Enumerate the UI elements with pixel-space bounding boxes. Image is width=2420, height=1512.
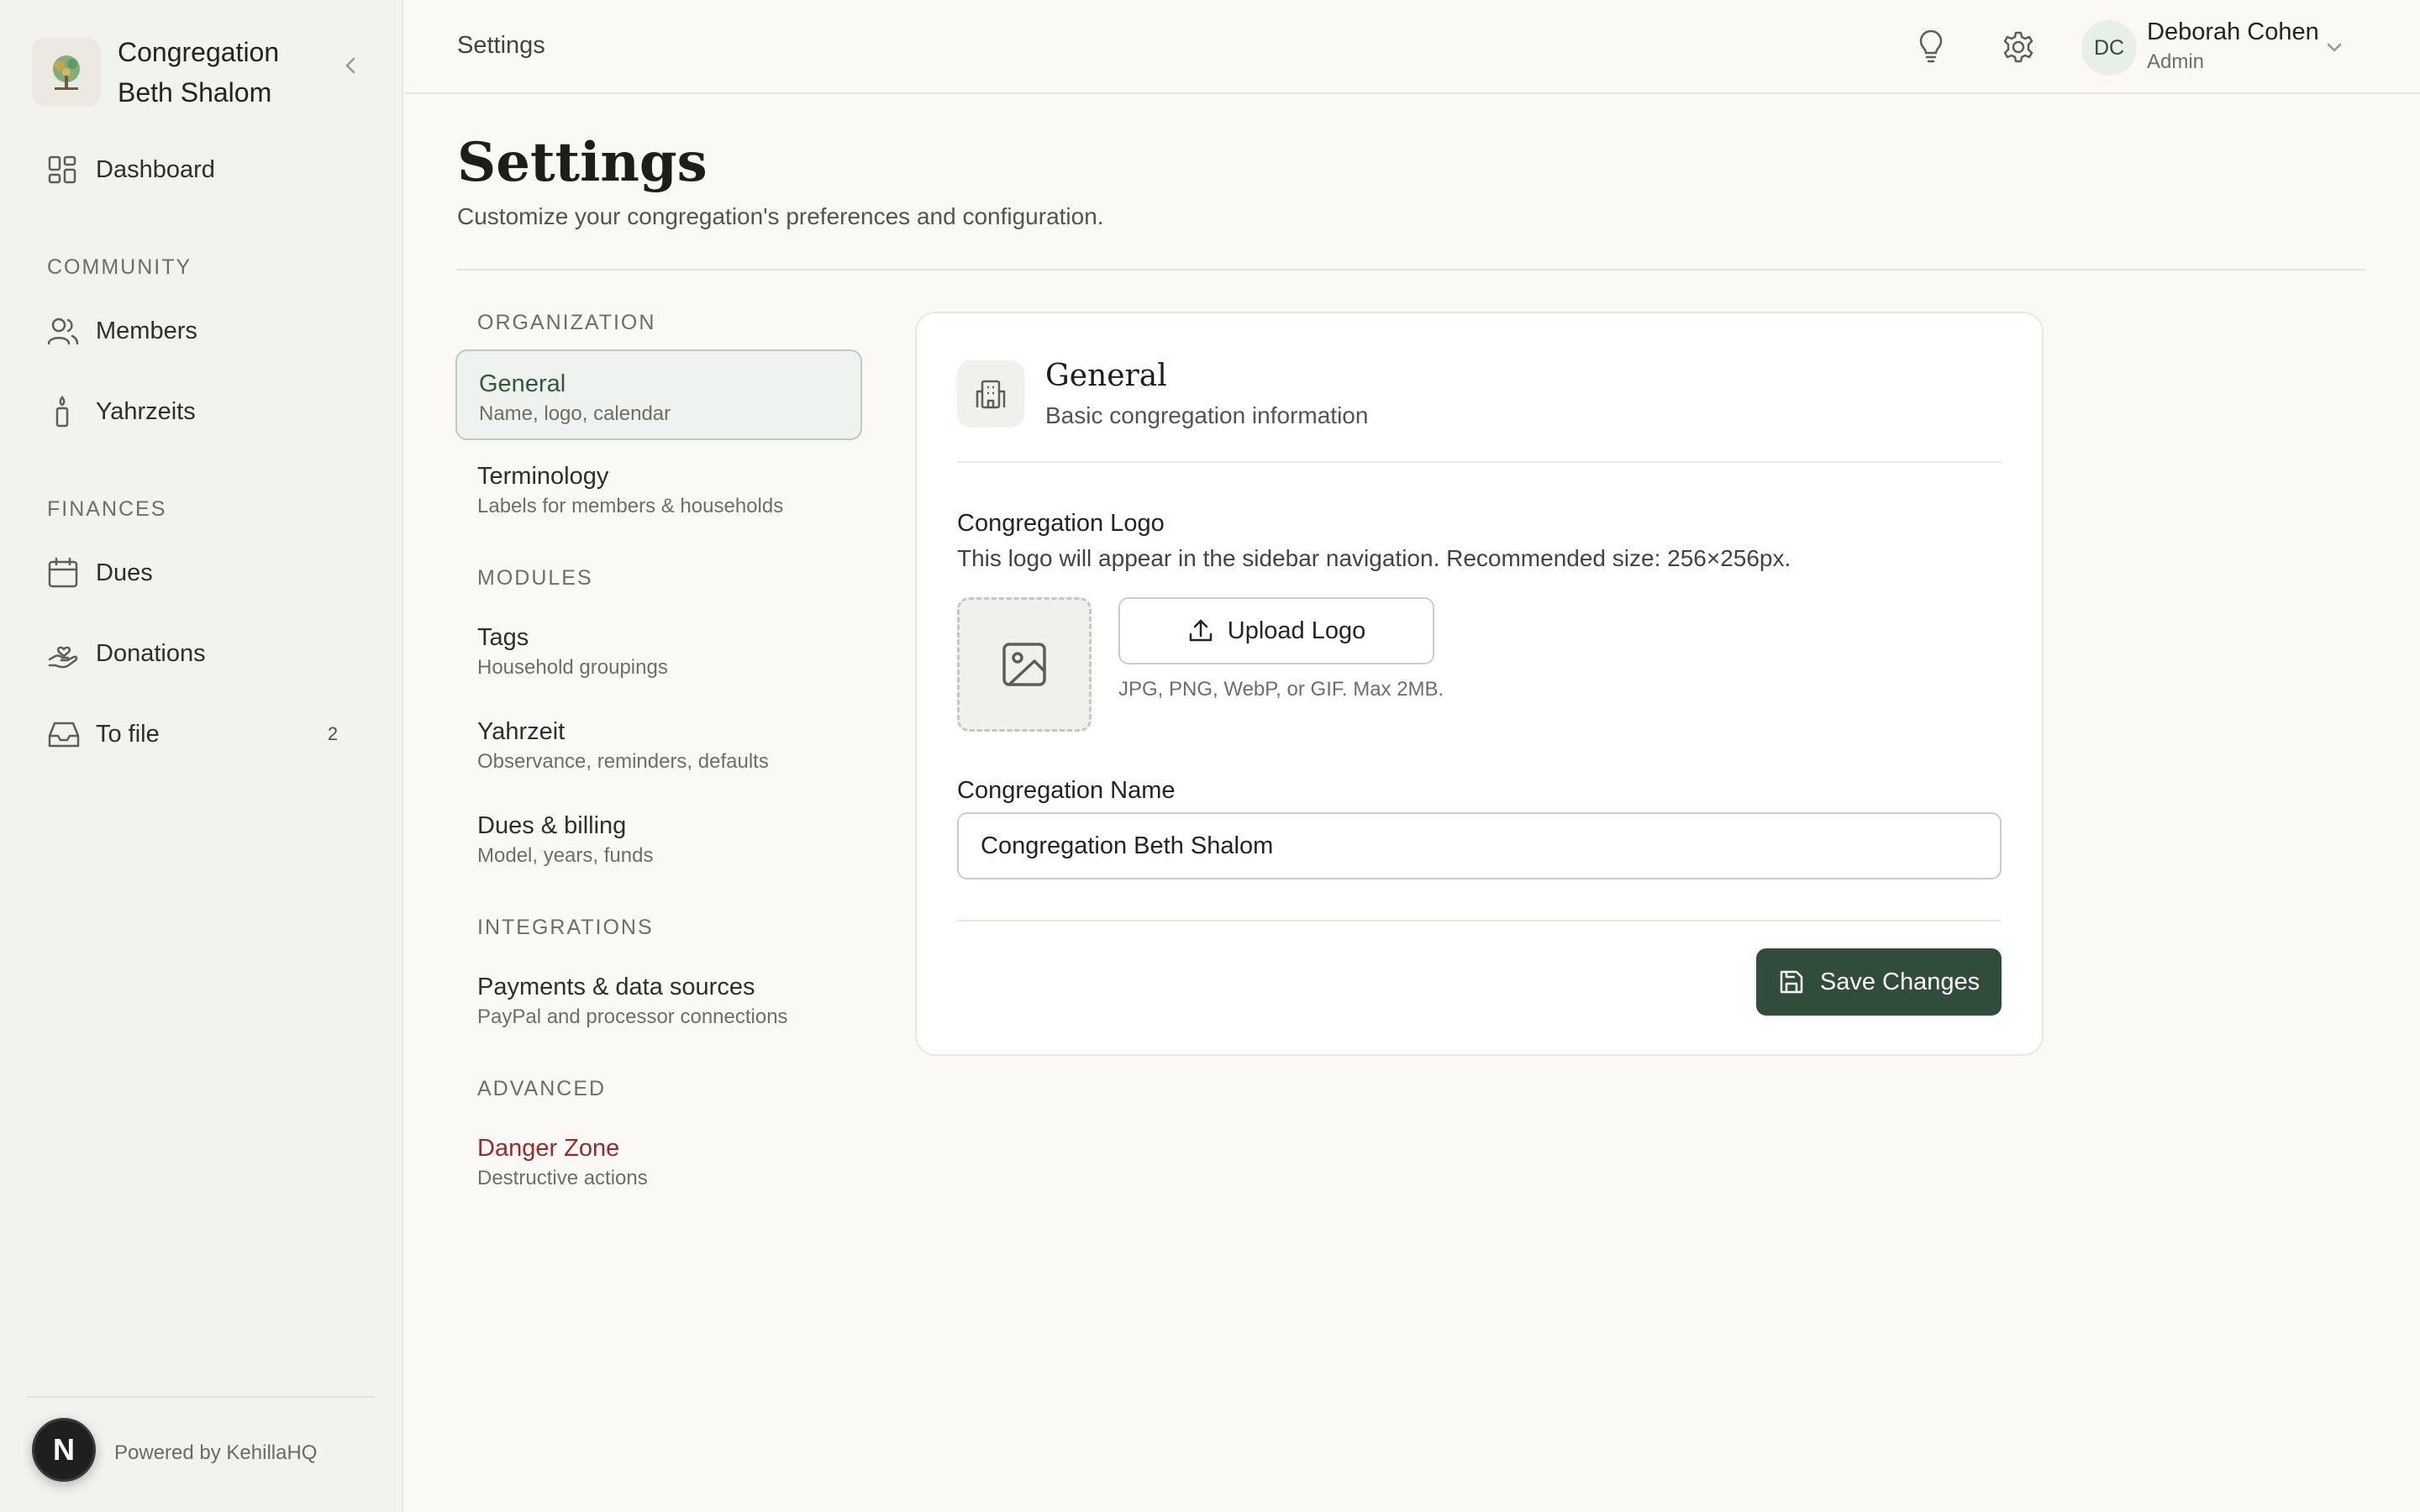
user-role: Admin <box>2147 50 2205 73</box>
settings-tab-desc: Model, years, funds <box>477 844 654 867</box>
sidebar-item-label: Yahrzeits <box>96 397 196 425</box>
chevron-down-icon[interactable] <box>2323 35 2346 59</box>
users-icon <box>32 314 96 348</box>
card-subtitle: Basic congregation information <box>1045 402 1369 428</box>
settings-tab-desc: PayPal and processor connections <box>477 1005 788 1028</box>
congregation-name-input[interactable]: Congregation Beth Shalom <box>957 812 2002 879</box>
settings-section-integrations: INTEGRATIONS <box>477 916 654 939</box>
page-subtitle: Customize your congregation's preference… <box>457 203 1104 229</box>
image-icon <box>999 639 1050 690</box>
sidebar-item-label: Dues <box>96 559 153 586</box>
settings-tab-general[interactable]: General Name, logo, calendar <box>455 349 862 440</box>
settings-tab-terminology[interactable]: Terminology Labels for members & househo… <box>455 444 862 534</box>
nav-section-community: COMMUNITY <box>47 255 192 279</box>
logo-field-label: Congregation Logo <box>957 510 1165 537</box>
user-name[interactable]: Deborah Cohen <box>2147 18 2319 46</box>
settings-tab-tags[interactable]: Tags Household groupings <box>455 605 862 696</box>
sidebar-item-label: Dashboard <box>96 155 215 183</box>
divider <box>457 269 2366 270</box>
sidebar-divider <box>27 1396 375 1398</box>
general-settings-card: General Basic congregation information C… <box>915 312 2044 1056</box>
calendar-icon <box>32 556 96 590</box>
grid-icon <box>32 153 96 186</box>
inbox-icon <box>32 717 96 751</box>
save-changes-label: Save Changes <box>1819 968 1981 995</box>
settings-tab-label: Dues & billing <box>477 812 627 839</box>
sidebar: Congregation Beth Shalom Dashboard COMMU… <box>0 0 403 1512</box>
settings-tab-label: Terminology <box>477 463 609 490</box>
breadcrumb: Settings <box>457 32 545 59</box>
settings-tab-payments[interactable]: Payments & data sources PayPal and proce… <box>455 954 862 1045</box>
sidebar-item-members[interactable]: Members <box>32 306 368 356</box>
settings-tab-desc: Labels for members & households <box>477 495 784 517</box>
upload-hint: JPG, PNG, WebP, or GIF. Max 2MB. <box>1118 678 1444 701</box>
sidebar-item-dues[interactable]: Dues <box>32 548 368 598</box>
settings-tab-dues-billing[interactable]: Dues & billing Model, years, funds <box>455 793 862 884</box>
settings-tab-label: General <box>479 370 566 397</box>
candle-icon <box>32 395 96 428</box>
upload-logo-button[interactable]: Upload Logo <box>1118 597 1434 664</box>
upload-logo-label: Upload Logo <box>1227 617 1366 644</box>
settings-tab-desc: Household groupings <box>477 656 668 679</box>
sidebar-item-to-file[interactable]: To file 2 <box>32 709 368 759</box>
gear-icon[interactable] <box>2000 29 2037 66</box>
congregation-name-value: Congregation Beth Shalom <box>981 832 1274 859</box>
logo-field-help: This logo will appear in the sidebar nav… <box>957 545 1791 571</box>
brand-name: Congregation Beth Shalom <box>118 37 280 108</box>
count-badge: 2 <box>327 723 339 744</box>
settings-section-organization: ORGANIZATION <box>477 311 656 334</box>
settings-tab-danger-zone[interactable]: Danger Zone Destructive actions <box>455 1116 862 1206</box>
powered-by-text: Powered by KehillaHQ <box>114 1441 318 1464</box>
upload-icon <box>1187 617 1214 644</box>
card-title: General <box>1045 359 1167 393</box>
chevron-left-icon[interactable] <box>339 54 363 77</box>
sidebar-item-label: Members <box>96 317 197 344</box>
lightbulb-icon[interactable] <box>1912 29 1949 66</box>
save-changes-button[interactable]: Save Changes <box>1756 948 2002 1016</box>
settings-tab-label: Payments & data sources <box>477 974 755 1000</box>
logo-dropzone[interactable] <box>957 597 1092 732</box>
sidebar-item-donations[interactable]: Donations <box>32 628 368 679</box>
divider <box>957 461 2002 463</box>
nav-section-finances: FINANCES <box>47 497 167 521</box>
avatar[interactable]: DC <box>2081 20 2137 76</box>
hand-heart-icon <box>32 637 96 670</box>
save-icon <box>1778 969 1805 995</box>
dev-tools-badge[interactable]: N <box>32 1418 96 1482</box>
settings-section-modules: MODULES <box>477 566 593 590</box>
sidebar-item-dashboard[interactable]: Dashboard <box>32 144 368 195</box>
settings-tab-yahrzeit[interactable]: Yahrzeit Observance, reminders, defaults <box>455 699 862 790</box>
topbar: Settings DC Deborah Cohen Admin <box>405 0 2420 94</box>
settings-tab-desc: Observance, reminders, defaults <box>477 750 769 773</box>
sidebar-item-label: To file <box>96 720 160 748</box>
sidebar-item-label: Donations <box>96 639 206 667</box>
settings-tab-label: Danger Zone <box>477 1135 620 1162</box>
building-icon <box>957 360 1024 428</box>
settings-tab-label: Tags <box>477 624 529 651</box>
divider <box>957 920 2002 921</box>
settings-tab-desc: Name, logo, calendar <box>479 402 671 425</box>
settings-section-advanced: ADVANCED <box>477 1077 607 1100</box>
brand[interactable]: Congregation Beth Shalom <box>32 32 319 113</box>
tree-logo-icon <box>32 38 101 107</box>
settings-tab-label: Yahrzeit <box>477 718 566 745</box>
name-field-label: Congregation Name <box>957 777 1176 804</box>
page-title: Settings <box>457 131 708 194</box>
sidebar-item-yahrzeits[interactable]: Yahrzeits <box>32 386 368 437</box>
settings-tab-desc: Destructive actions <box>477 1167 648 1189</box>
